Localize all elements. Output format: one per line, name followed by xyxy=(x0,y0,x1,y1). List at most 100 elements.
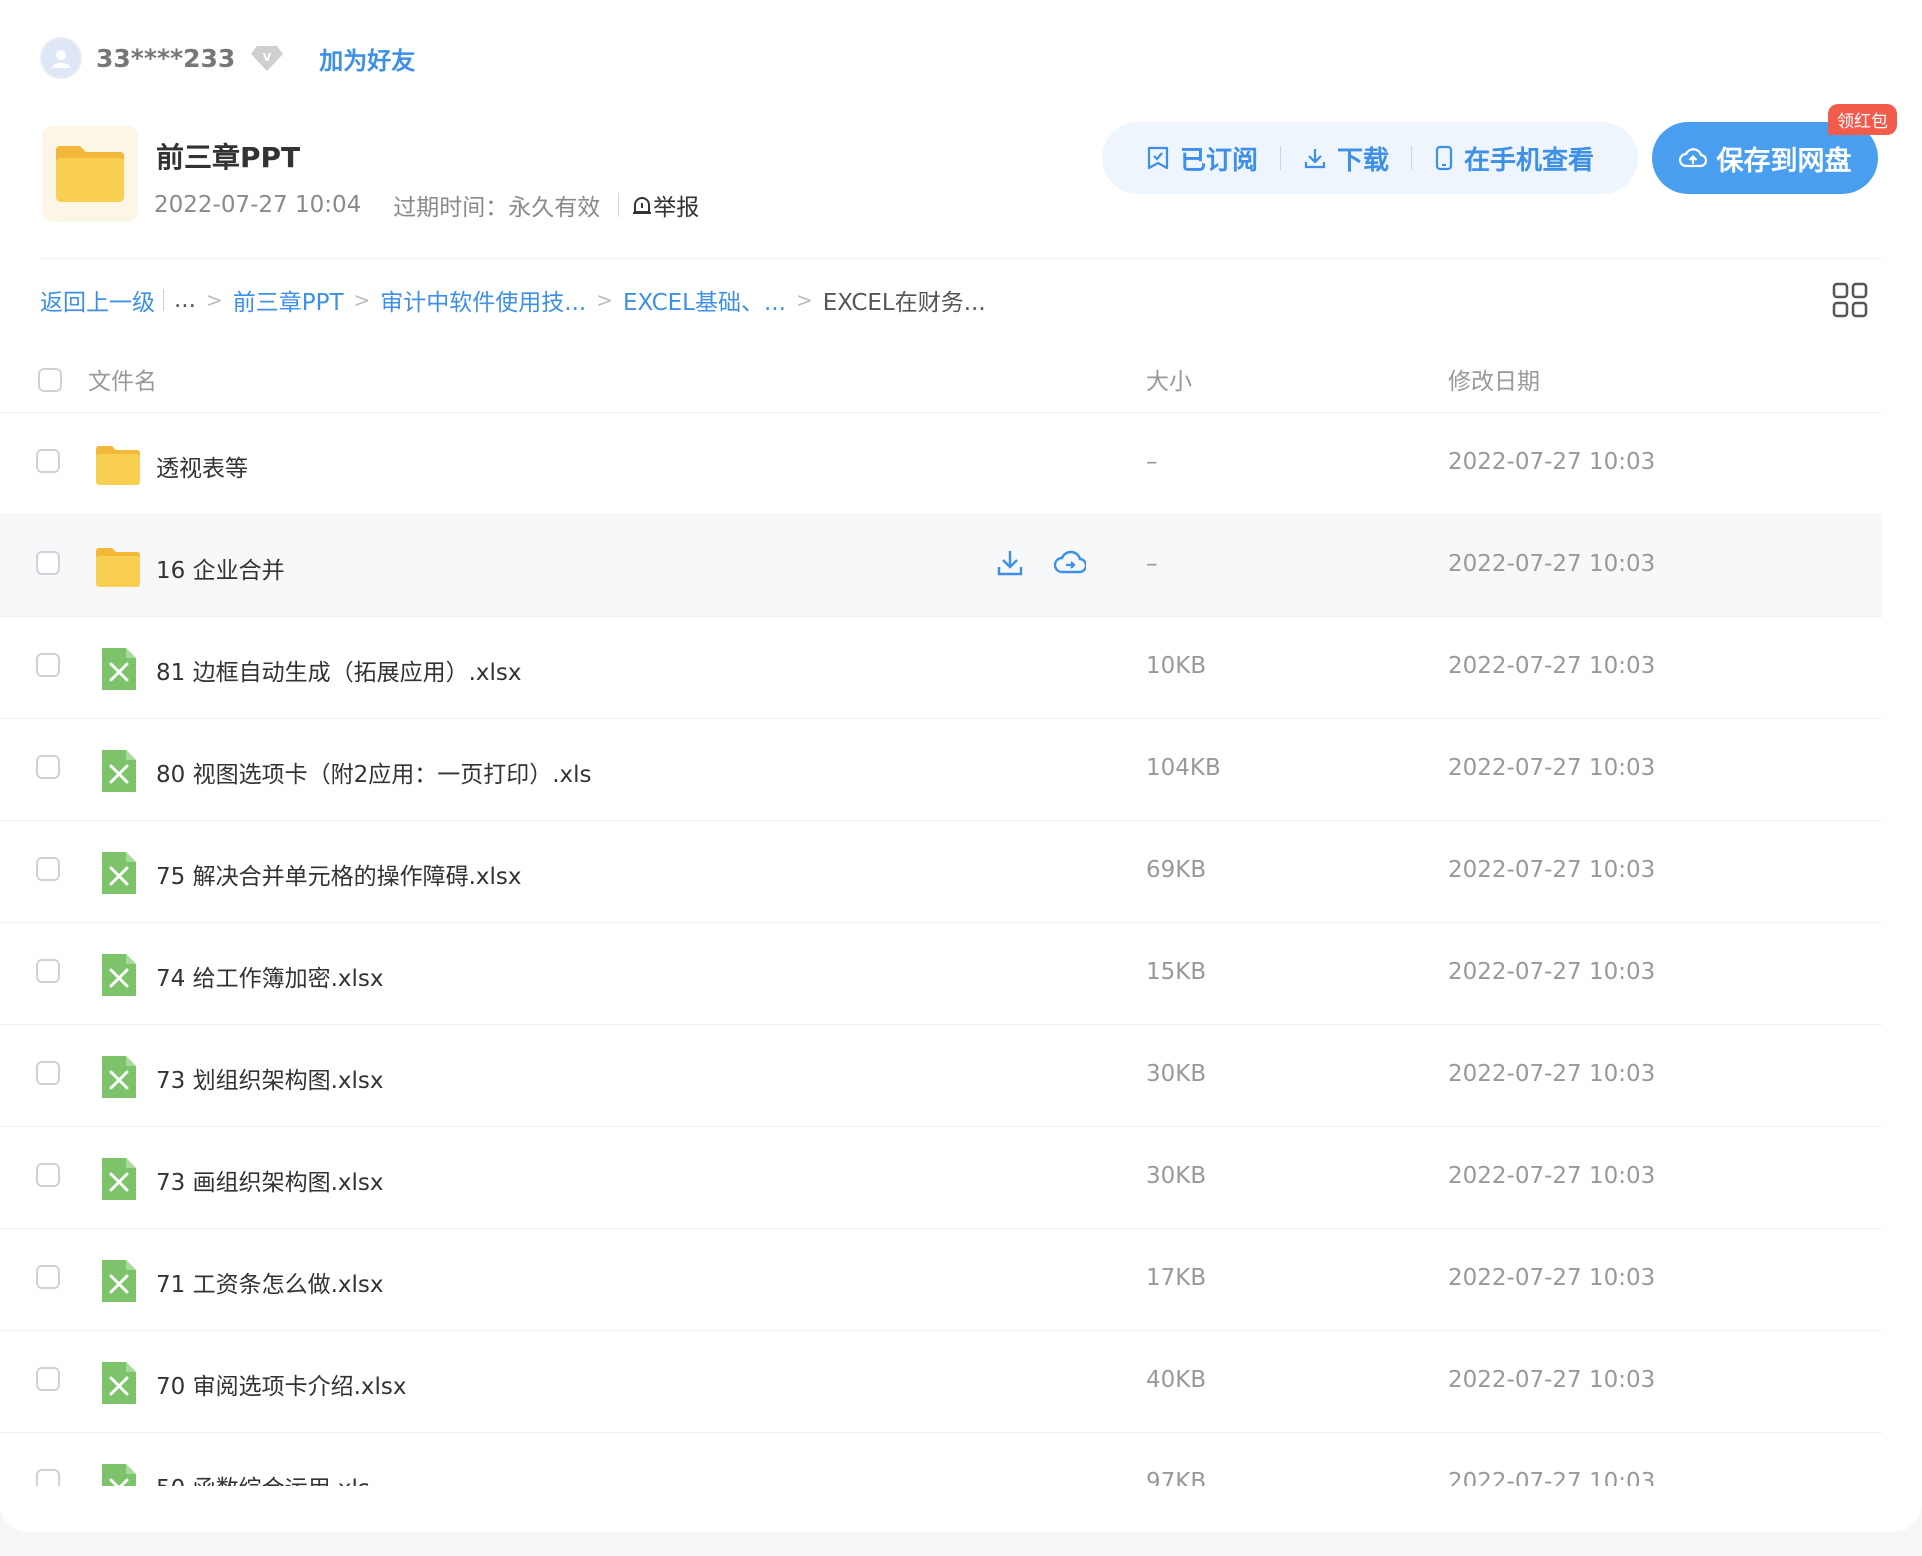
row-checkbox[interactable] xyxy=(36,857,60,881)
breadcrumb-item[interactable]: 审计中软件使用技... xyxy=(380,283,586,317)
breadcrumb-item[interactable]: 前三章PPT xyxy=(233,283,344,317)
share-folder-thumbnail xyxy=(42,126,138,222)
file-date: 2022-07-27 10:03 xyxy=(1448,449,1656,475)
subscribed-label: 已订阅 xyxy=(1179,145,1258,176)
file-row[interactable]: 70 审阅选项卡介绍.xlsx 40KB 2022-07-27 10:03 xyxy=(0,1331,1882,1433)
download-label: 下载 xyxy=(1336,145,1389,176)
file-row[interactable]: 73 画组织架构图.xlsx 30KB 2022-07-27 10:03 xyxy=(0,1127,1882,1229)
cloud-upload-icon xyxy=(1678,148,1707,168)
breadcrumb-current: EXCEL在财务... xyxy=(822,290,986,316)
report-label: 举报 xyxy=(653,195,700,221)
file-row[interactable]: 50 函数综合运用.xls 97KB 2022-07-27 10:03 xyxy=(0,1433,1882,1486)
download-button[interactable]: 下载 xyxy=(1281,140,1411,177)
file-size: 30KB xyxy=(1146,1061,1207,1087)
breadcrumb-ellipsis[interactable]: ... xyxy=(174,287,196,313)
file-date: 2022-07-27 10:03 xyxy=(1448,857,1656,883)
header-divider xyxy=(40,258,1882,259)
subscribed-button[interactable]: 已订阅 xyxy=(1124,140,1280,177)
file-row[interactable]: 73 划组织架构图.xlsx 30KB 2022-07-27 10:03 xyxy=(0,1025,1882,1127)
row-checkbox[interactable] xyxy=(36,653,60,677)
share-created-time: 2022-07-27 10:04 xyxy=(154,192,362,218)
view-on-phone-label: 在手机查看 xyxy=(1464,145,1595,176)
file-size: 40KB xyxy=(1146,1367,1207,1393)
folder-icon xyxy=(56,146,124,202)
chevron-right-icon: > xyxy=(795,288,813,312)
excel-file-icon xyxy=(94,1257,142,1305)
share-meta: 2022-07-27 10:04 过期时间：永久有效 举报 xyxy=(154,188,699,222)
row-save-cloud-icon[interactable] xyxy=(1054,547,1086,579)
vip-diamond-icon: V xyxy=(251,46,284,71)
row-checkbox[interactable] xyxy=(36,1469,60,1486)
file-name[interactable]: 73 划组织架构图.xlsx xyxy=(156,1061,383,1095)
grid-view-icon[interactable] xyxy=(1832,282,1868,318)
phone-icon xyxy=(1435,145,1453,171)
file-size: 15KB xyxy=(1146,959,1207,985)
row-checkbox[interactable] xyxy=(36,1163,60,1187)
view-on-phone-button[interactable]: 在手机查看 xyxy=(1412,140,1616,177)
back-link[interactable]: 返回上一级 xyxy=(40,283,155,317)
meta-divider xyxy=(618,193,620,217)
file-name[interactable]: 80 视图选项卡（附2应用：一页打印）.xls xyxy=(156,755,592,789)
file-name[interactable]: 透视表等 xyxy=(156,449,248,483)
row-checkbox[interactable] xyxy=(36,1061,60,1085)
add-friend-link[interactable]: 加为好友 xyxy=(319,41,415,76)
file-name[interactable]: 16 企业合并 xyxy=(156,551,285,585)
column-header-size: 大小 xyxy=(1146,369,1192,395)
file-row[interactable]: 81 边框自动生成（拓展应用）.xlsx 10KB 2022-07-27 10:03 xyxy=(0,617,1882,719)
row-checkbox[interactable] xyxy=(36,1265,60,1289)
file-name[interactable]: 70 审阅选项卡介绍.xlsx xyxy=(156,1367,406,1401)
row-download-icon[interactable] xyxy=(994,547,1026,579)
file-date: 2022-07-27 10:03 xyxy=(1448,1367,1656,1393)
file-table-header: 文件名 大小 修改日期 xyxy=(0,346,1882,413)
file-date: 2022-07-27 10:03 xyxy=(1448,551,1656,577)
row-checkbox[interactable] xyxy=(36,959,60,983)
chevron-right-icon: > xyxy=(596,288,613,312)
sharer-name[interactable]: 33****233 xyxy=(96,44,235,73)
sharer-info: 33****233 V 加为好友 xyxy=(40,37,415,79)
file-size: 69KB xyxy=(1146,857,1207,883)
file-size: 10KB xyxy=(1146,653,1207,679)
excel-file-icon xyxy=(94,951,142,999)
file-name[interactable]: 81 边框自动生成（拓展应用）.xlsx xyxy=(156,653,521,687)
file-date: 2022-07-27 10:03 xyxy=(1448,1061,1656,1087)
file-row[interactable]: 71 工资条怎么做.xlsx 17KB 2022-07-27 10:03 xyxy=(0,1229,1882,1331)
row-checkbox[interactable] xyxy=(36,449,60,473)
file-list: 透视表等 – 2022-07-27 10:03 16 企业合并 – 2022-07-27 … xyxy=(0,413,1882,1486)
row-checkbox[interactable] xyxy=(36,1367,60,1391)
redpack-badge[interactable]: 领红包 xyxy=(1828,104,1897,135)
excel-file-icon xyxy=(94,1461,142,1486)
svg-text:V: V xyxy=(263,51,272,64)
file-date: 2022-07-27 10:03 xyxy=(1448,959,1656,985)
folder-icon xyxy=(94,543,142,591)
file-row[interactable]: 16 企业合并 – 2022-07-27 10:03 xyxy=(0,515,1882,617)
share-title: 前三章PPT xyxy=(156,141,301,174)
chevron-right-icon: > xyxy=(205,288,223,312)
file-name[interactable]: 71 工资条怎么做.xlsx xyxy=(156,1265,383,1299)
breadcrumb-divider xyxy=(163,289,164,311)
column-header-date: 修改日期 xyxy=(1448,369,1540,395)
row-checkbox[interactable] xyxy=(36,551,60,575)
file-name[interactable]: 50 函数综合运用.xls xyxy=(156,1469,370,1486)
file-name[interactable]: 73 画组织架构图.xlsx xyxy=(156,1163,383,1197)
excel-file-icon xyxy=(94,747,142,795)
file-name[interactable]: 75 解决合并单元格的操作障碍.xlsx xyxy=(156,857,521,891)
report-link[interactable]: 举报 xyxy=(631,188,699,222)
select-all-checkbox[interactable] xyxy=(38,368,62,392)
chevron-right-icon: > xyxy=(353,288,371,312)
file-row[interactable]: 75 解决合并单元格的操作障碍.xlsx 69KB 2022-07-27 10:03 xyxy=(0,821,1882,923)
avatar[interactable] xyxy=(40,37,82,79)
file-date: 2022-07-27 10:03 xyxy=(1448,1265,1656,1291)
file-date: 2022-07-27 10:03 xyxy=(1448,755,1656,781)
alarm-icon xyxy=(633,197,652,214)
file-row[interactable]: 74 给工作簿加密.xlsx 15KB 2022-07-27 10:03 xyxy=(0,923,1882,1025)
file-row[interactable]: 80 视图选项卡（附2应用：一页打印）.xls 104KB 2022-07-27 1… xyxy=(0,719,1882,821)
user-icon xyxy=(52,50,70,68)
breadcrumb-item[interactable]: EXCEL基础、... xyxy=(623,283,786,317)
breadcrumb: 返回上一级 ... > 前三章PPT > 审计中软件使用技... > EXCEL… xyxy=(40,282,986,318)
excel-file-icon xyxy=(94,1155,142,1203)
excel-file-icon xyxy=(94,849,142,897)
file-row[interactable]: 透视表等 – 2022-07-27 10:03 xyxy=(0,413,1882,515)
share-page-card: 33****233 V 加为好友 前三章PPT 2022-07-27 10:04… xyxy=(0,0,1922,1532)
row-checkbox[interactable] xyxy=(36,755,60,779)
file-name[interactable]: 74 给工作簿加密.xlsx xyxy=(156,959,383,993)
